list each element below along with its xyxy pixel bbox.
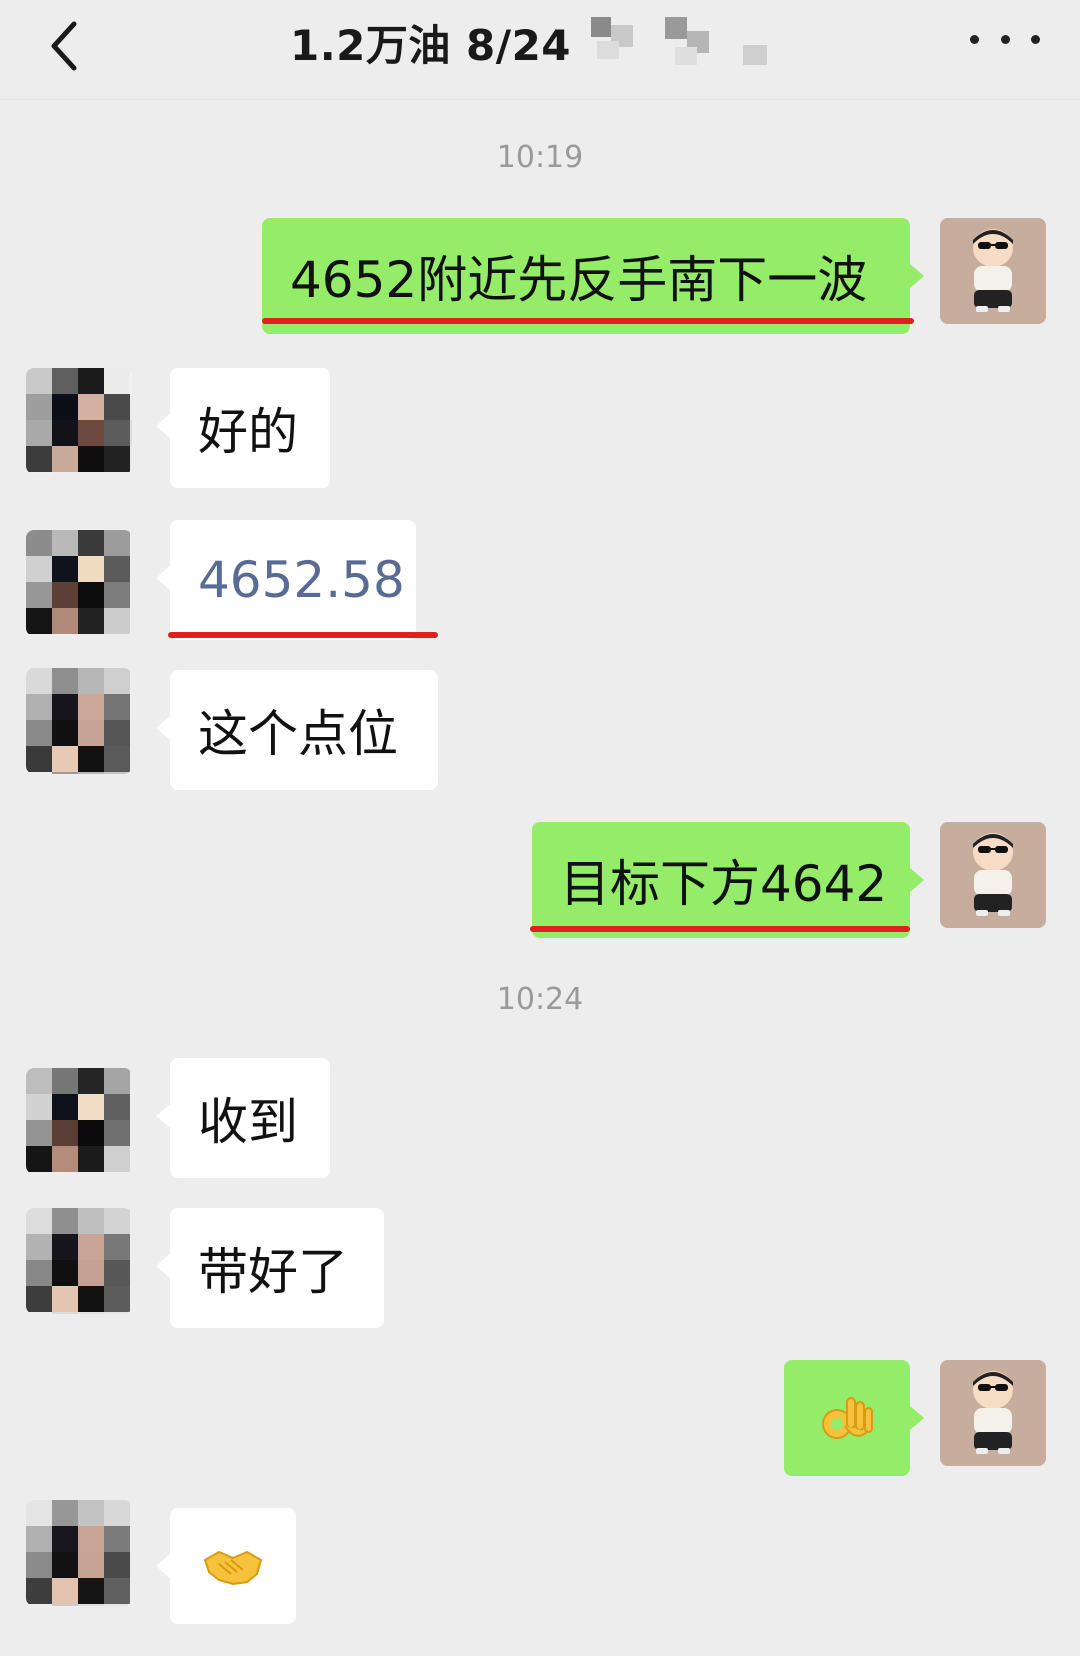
timestamp: 10:19	[496, 140, 584, 175]
back-button[interactable]	[40, 10, 90, 80]
contact-avatar[interactable]	[26, 368, 132, 474]
message-text: 好的	[198, 403, 298, 461]
cartoon-boy-avatar-icon	[940, 822, 1046, 928]
cartoon-boy-avatar-icon	[940, 1360, 1046, 1466]
message-text: 目标下方4642	[560, 855, 888, 913]
contact-avatar[interactable]	[26, 668, 132, 774]
ok-hand-icon	[822, 1397, 873, 1439]
message-bubble-incoming[interactable]: 4652.58	[156, 520, 416, 640]
contact-avatar[interactable]	[26, 1068, 132, 1174]
message-bubble-outgoing[interactable]: 4652附近先反手南下一波	[262, 218, 924, 334]
pixelated-avatar-mosaic	[26, 1208, 132, 1314]
message-bubble-incoming[interactable]: 这个点位	[156, 670, 438, 790]
redaction-mosaic	[591, 17, 641, 67]
message-text: 4652附近先反手南下一波	[290, 251, 868, 309]
self-avatar[interactable]	[940, 822, 1046, 928]
chat-title-area: 1.2万油 8/24	[290, 12, 789, 72]
annotation-underline	[530, 926, 910, 932]
dot-icon	[1000, 34, 1010, 44]
message-bubble-incoming[interactable]: 带好了	[156, 1208, 384, 1328]
self-avatar[interactable]	[940, 1360, 1046, 1466]
message-bubble-incoming[interactable]: 好的	[156, 368, 330, 488]
timestamp: 10:24	[496, 982, 584, 1017]
dot-icon	[970, 34, 979, 44]
self-avatar[interactable]	[940, 218, 1046, 324]
message-bubble-incoming[interactable]: 收到	[156, 1058, 330, 1178]
chat-header: 1.2万油 8/24	[0, 0, 1080, 100]
contact-avatar[interactable]	[26, 530, 132, 636]
redaction-mosaic	[739, 17, 789, 67]
contact-avatar[interactable]	[26, 1500, 132, 1606]
handshake-icon	[203, 1550, 263, 1586]
pixelated-avatar-mosaic	[26, 668, 132, 774]
annotation-underline	[168, 632, 438, 638]
annotation-underline	[262, 318, 914, 324]
more-options-button[interactable]	[970, 24, 1040, 54]
message-bubble-outgoing[interactable]	[784, 1360, 924, 1476]
chat-title: 1.2万油 8/24	[290, 20, 572, 70]
message-text: 带好了	[198, 1243, 348, 1301]
redaction-mosaic	[665, 17, 715, 67]
pixelated-avatar-mosaic	[26, 1068, 132, 1174]
pixelated-avatar-mosaic	[26, 368, 132, 474]
cartoon-boy-avatar-icon	[940, 218, 1046, 324]
message-link-text[interactable]: 4652.58	[198, 551, 405, 609]
contact-avatar[interactable]	[26, 1208, 132, 1314]
message-text: 收到	[198, 1093, 298, 1151]
message-bubble-outgoing[interactable]: 目标下方4642	[532, 822, 924, 938]
dot-icon	[1031, 34, 1040, 44]
pixelated-avatar-mosaic	[26, 530, 132, 636]
message-bubble-incoming[interactable]	[156, 1508, 296, 1624]
message-text: 这个点位	[198, 705, 398, 763]
blurred-title-suffix	[591, 17, 789, 67]
chevron-left-icon	[51, 21, 77, 71]
pixelated-avatar-mosaic	[26, 1500, 132, 1606]
